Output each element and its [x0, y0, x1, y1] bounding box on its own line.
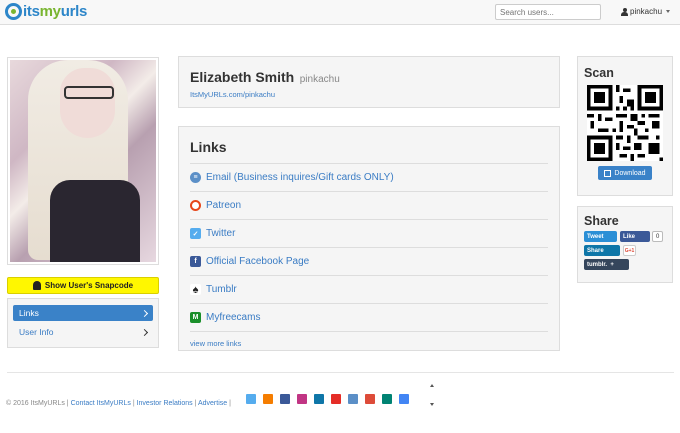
bing-icon[interactable]: [382, 394, 392, 404]
tumblr-share-button[interactable]: tumblr. +: [584, 259, 629, 270]
scan-heading: Scan: [584, 66, 614, 80]
instagram-icon[interactable]: [297, 394, 307, 404]
link-item-email[interactable]: ≡ Email (Business inquires/Gift cards ON…: [190, 164, 548, 192]
patreon-icon: [190, 200, 201, 211]
search-users-input[interactable]: [495, 4, 601, 20]
advertise-link[interactable]: Advertise: [198, 400, 227, 407]
linkedin-icon[interactable]: [314, 394, 324, 404]
profile-url-link[interactable]: ItsMyURLs.com/pinkachu: [190, 90, 548, 99]
chevron-right-icon: [140, 309, 149, 317]
logo-text: itsmyurls: [23, 3, 88, 20]
email-icon: ≡: [190, 172, 201, 183]
profile-header-panel: Elizabeth Smith pinkachu ItsMyURLs.com/p…: [178, 56, 560, 108]
facebook-like-button[interactable]: Like: [620, 231, 650, 242]
snapchat-ghost-icon: [32, 281, 41, 290]
user-menu-username: pinkachu: [630, 7, 663, 16]
link-item-patreon[interactable]: Patreon: [190, 192, 548, 220]
link-item-myfreecams[interactable]: M Myfreecams: [190, 304, 548, 332]
footer-social-icons: [246, 394, 416, 404]
youtube-icon[interactable]: [331, 394, 341, 404]
show-snapcode-button[interactable]: Show User's Snapcode: [7, 277, 159, 294]
like-count: 0: [652, 231, 664, 242]
email-icon[interactable]: [348, 394, 358, 404]
user-icon: [621, 7, 628, 16]
googleplus-icon[interactable]: [365, 394, 375, 404]
chevron-right-icon: [140, 328, 149, 336]
links-panel: Links ≡ Email (Business inquires/Gift ca…: [178, 126, 560, 351]
tweet-button[interactable]: Tweet: [584, 231, 617, 242]
myfreecams-icon: M: [190, 312, 201, 323]
caret-down-icon: [666, 10, 671, 13]
links-heading: Links: [190, 139, 548, 164]
scroll-stepper[interactable]: [427, 384, 436, 406]
googleplus-button[interactable]: G+1: [623, 245, 636, 256]
side-nav-links[interactable]: Links: [13, 305, 153, 321]
link-item-facebook[interactable]: f Official Facebook Page: [190, 248, 548, 276]
profile-photo: [7, 57, 159, 265]
footer-divider: [7, 372, 674, 373]
share-heading: Share: [584, 214, 619, 228]
side-nav-user-info[interactable]: User Info: [13, 324, 153, 340]
qr-grid-icon: [604, 169, 612, 177]
link-item-twitter[interactable]: ✓ Twitter: [190, 220, 548, 248]
footer-links: © 2016 ItsMyURLs | Contact ItsMyURLs | I…: [6, 400, 231, 407]
tumblr-icon: ♠: [190, 284, 201, 296]
site-logo[interactable]: itsmyurls: [5, 3, 87, 20]
arrow-down-icon[interactable]: [429, 403, 434, 406]
download-qr-button[interactable]: Download: [598, 166, 652, 180]
logo-icon: [5, 3, 22, 20]
blogger-icon[interactable]: [263, 394, 273, 404]
facebook-icon[interactable]: [280, 394, 290, 404]
scan-panel: Scan Download: [577, 56, 673, 196]
twitter-icon: ✓: [190, 228, 201, 239]
profile-full-name: Elizabeth Smith: [190, 69, 295, 85]
qr-code: [587, 85, 663, 161]
facebook-icon: f: [190, 256, 201, 267]
google-icon[interactable]: [399, 394, 409, 404]
twitter-icon[interactable]: [246, 394, 256, 404]
view-more-links-link[interactable]: view more links: [190, 339, 548, 348]
profile-side-nav: Links User Info: [7, 298, 159, 348]
profile-name-line: Elizabeth Smith pinkachu: [190, 69, 548, 85]
contact-link[interactable]: Contact ItsMyURLs: [71, 400, 131, 407]
link-item-tumblr[interactable]: ♠ Tumblr: [190, 276, 548, 304]
linkedin-share-button[interactable]: Share: [584, 245, 620, 256]
investor-relations-link[interactable]: Investor Relations: [137, 400, 193, 407]
profile-username: pinkachu: [299, 74, 340, 85]
arrow-up-icon[interactable]: [429, 384, 434, 387]
user-menu-dropdown[interactable]: pinkachu: [621, 7, 671, 16]
snapcode-button-label: Show User's Snapcode: [44, 281, 134, 290]
share-panel: Share Tweet Like 0 Share G+1 tumblr. +: [577, 206, 673, 283]
top-navbar: itsmyurls pinkachu: [0, 0, 680, 25]
